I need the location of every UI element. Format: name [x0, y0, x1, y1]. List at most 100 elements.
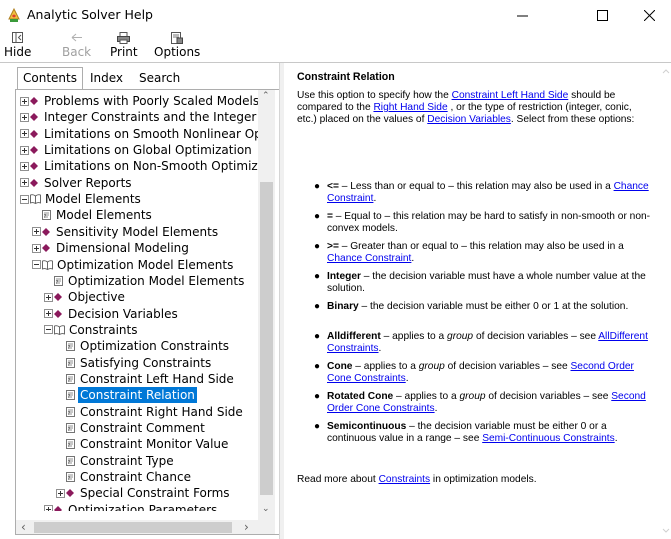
tree-item[interactable]: ? Constraint Type [66, 453, 176, 469]
expand-icon[interactable] [20, 112, 29, 122]
tree-item[interactable]: Limitations on Non-Smooth Optimizati [20, 158, 258, 174]
scroll-left-icon[interactable]: ‹ [21, 520, 26, 534]
tab-contents[interactable]: Contents [17, 67, 83, 89]
open-book-icon [42, 259, 53, 270]
maximize-button[interactable] [580, 0, 625, 30]
link-right-hand-side[interactable]: Right Hand Side [373, 102, 447, 113]
tree-item-selected[interactable]: ? Constraint Relation [66, 386, 198, 405]
minimize-button[interactable] [500, 0, 545, 30]
tree-item-label: Constraints [69, 322, 138, 337]
tree-item[interactable]: Decision Variables [44, 306, 180, 322]
post-alldifferent: of decision variables – see [473, 331, 599, 342]
list-item-le: ● <= – Less than or equal to – this rela… [314, 181, 656, 205]
scroll-right-icon[interactable]: › [244, 520, 249, 534]
tree-item[interactable]: ? Constraint Comment [66, 420, 207, 436]
tree-vertical-scroll-thumb[interactable] [260, 182, 273, 495]
collapse-icon[interactable] [32, 260, 41, 269]
tab-search[interactable]: Search [134, 69, 185, 89]
tree-vertical-scrollbar[interactable]: ⌃ ⌄ [258, 90, 275, 520]
book-icon [30, 129, 38, 138]
collapse-icon[interactable] [44, 325, 53, 335]
back-button[interactable]: Back [62, 31, 91, 59]
tree-item[interactable]: ? Constraint Right Hand Side [66, 404, 245, 420]
tab-index[interactable]: Index [85, 69, 128, 89]
expand-icon[interactable] [20, 161, 29, 171]
tree-horizontal-scrollbar[interactable]: ‹ › [16, 520, 258, 534]
tree-item[interactable]: ? Optimization Model Elements [54, 273, 246, 289]
print-button[interactable]: Print [110, 31, 138, 59]
term-le: <= [327, 181, 339, 192]
page-icon: ? [66, 472, 75, 482]
tree-item[interactable]: Integer Constraints and the Integer Op [20, 109, 258, 125]
tree-item[interactable]: ? Constraint Left Hand Side [66, 371, 236, 387]
tree-item[interactable]: Constraints [44, 322, 139, 338]
expand-icon[interactable] [20, 129, 29, 139]
tree-item-label: Constraint Monitor Value [80, 437, 229, 452]
tree-item[interactable]: Optimization Parameters [44, 502, 219, 511]
expand-icon[interactable] [20, 96, 29, 106]
tree-item-label: Satisfying Constraints [80, 355, 212, 370]
term-rotated-cone: Rotated Cone [327, 391, 394, 402]
link-decision-variables[interactable]: Decision Variables [427, 114, 511, 125]
link-constraints[interactable]: Constraints [379, 474, 431, 485]
tree-item[interactable]: ? Optimization Constraints [66, 338, 231, 354]
hide-icon [10, 31, 26, 44]
tree-item-label: Limitations on Non-Smooth Optimizati [44, 159, 258, 174]
page-icon: ? [66, 439, 75, 449]
tree-item[interactable]: ? Model Elements [42, 207, 154, 223]
tree-item[interactable]: Special Constraint Forms [56, 485, 232, 501]
tree-item[interactable]: Optimization Model Elements [32, 257, 235, 273]
book-icon [66, 489, 74, 498]
tree-item[interactable]: Dimensional Modeling [32, 240, 191, 256]
tree-item[interactable]: Limitations on Global Optimization [20, 142, 254, 158]
topic-scroll-indicator [662, 69, 670, 533]
tree-item-label: Constraint Comment [80, 421, 205, 435]
contents-tree: Problems with Poorly Scaled Models Intege… [16, 93, 258, 511]
tree-item-label: Limitations on Smooth Nonlinear Opti [44, 126, 258, 141]
expand-icon[interactable] [56, 488, 65, 498]
topic-intro: Use this option to specify how the Const… [297, 90, 652, 126]
expand-icon[interactable] [32, 227, 41, 237]
options-button[interactable]: Options [154, 31, 200, 59]
scroll-down-icon[interactable]: ⌄ [262, 504, 270, 514]
hide-label: Hide [4, 45, 32, 59]
close-button[interactable] [627, 0, 671, 30]
bullet-icon: ● [314, 301, 321, 312]
scrollbar-corner [258, 520, 275, 534]
list-item-integer: ● Integer – the decision variable must h… [314, 271, 656, 295]
tree-item[interactable]: Limitations on Smooth Nonlinear Opti [20, 126, 258, 142]
svg-text:?: ? [68, 362, 71, 368]
pre-cone: – applies to a [352, 361, 419, 372]
tree-item[interactable]: ? Constraint Chance [66, 469, 193, 485]
options-icon [169, 31, 185, 44]
book-icon [30, 162, 38, 171]
svg-text:?: ? [68, 411, 71, 417]
svg-text:?: ? [68, 427, 71, 433]
expand-icon[interactable] [44, 505, 53, 511]
tree-item[interactable]: ? Constraint Monitor Value [66, 436, 230, 452]
tree-item[interactable]: Sensitivity Model Elements [32, 224, 220, 240]
tree-item[interactable]: Problems with Poorly Scaled Models [20, 93, 258, 109]
scroll-up-icon[interactable]: ⌃ [262, 91, 270, 101]
list-item-semicontinuous: ● Semicontinuous – the decision variable… [314, 421, 656, 445]
expand-icon[interactable] [20, 178, 29, 188]
expand-icon[interactable] [44, 292, 53, 302]
tree-horizontal-scroll-thumb[interactable] [34, 522, 232, 533]
tree-item[interactable]: ? Satisfying Constraints [66, 355, 213, 371]
collapse-icon[interactable] [20, 194, 29, 204]
expand-icon[interactable] [32, 243, 41, 253]
book-icon [30, 113, 38, 122]
expand-icon[interactable] [20, 145, 29, 155]
svg-text:?: ? [68, 476, 71, 482]
link-semi-continuous-constraints[interactable]: Semi-Continuous Constraints [482, 433, 615, 444]
window-title: Analytic Solver Help [27, 7, 153, 22]
tree-item[interactable]: Solver Reports [20, 175, 134, 191]
hide-button[interactable]: Hide [4, 31, 31, 59]
navigation-pane: Contents Index Search Problems with Poor… [13, 65, 281, 539]
tree-item[interactable]: Objective [44, 289, 127, 305]
expand-icon[interactable] [44, 309, 53, 319]
page-icon: ? [42, 210, 51, 220]
tree-item[interactable]: Model Elements [20, 191, 143, 207]
link-constraint-left-hand-side[interactable]: Constraint Left Hand Side [452, 90, 569, 101]
link-chance-constraint-2[interactable]: Chance Constraint [327, 253, 411, 264]
